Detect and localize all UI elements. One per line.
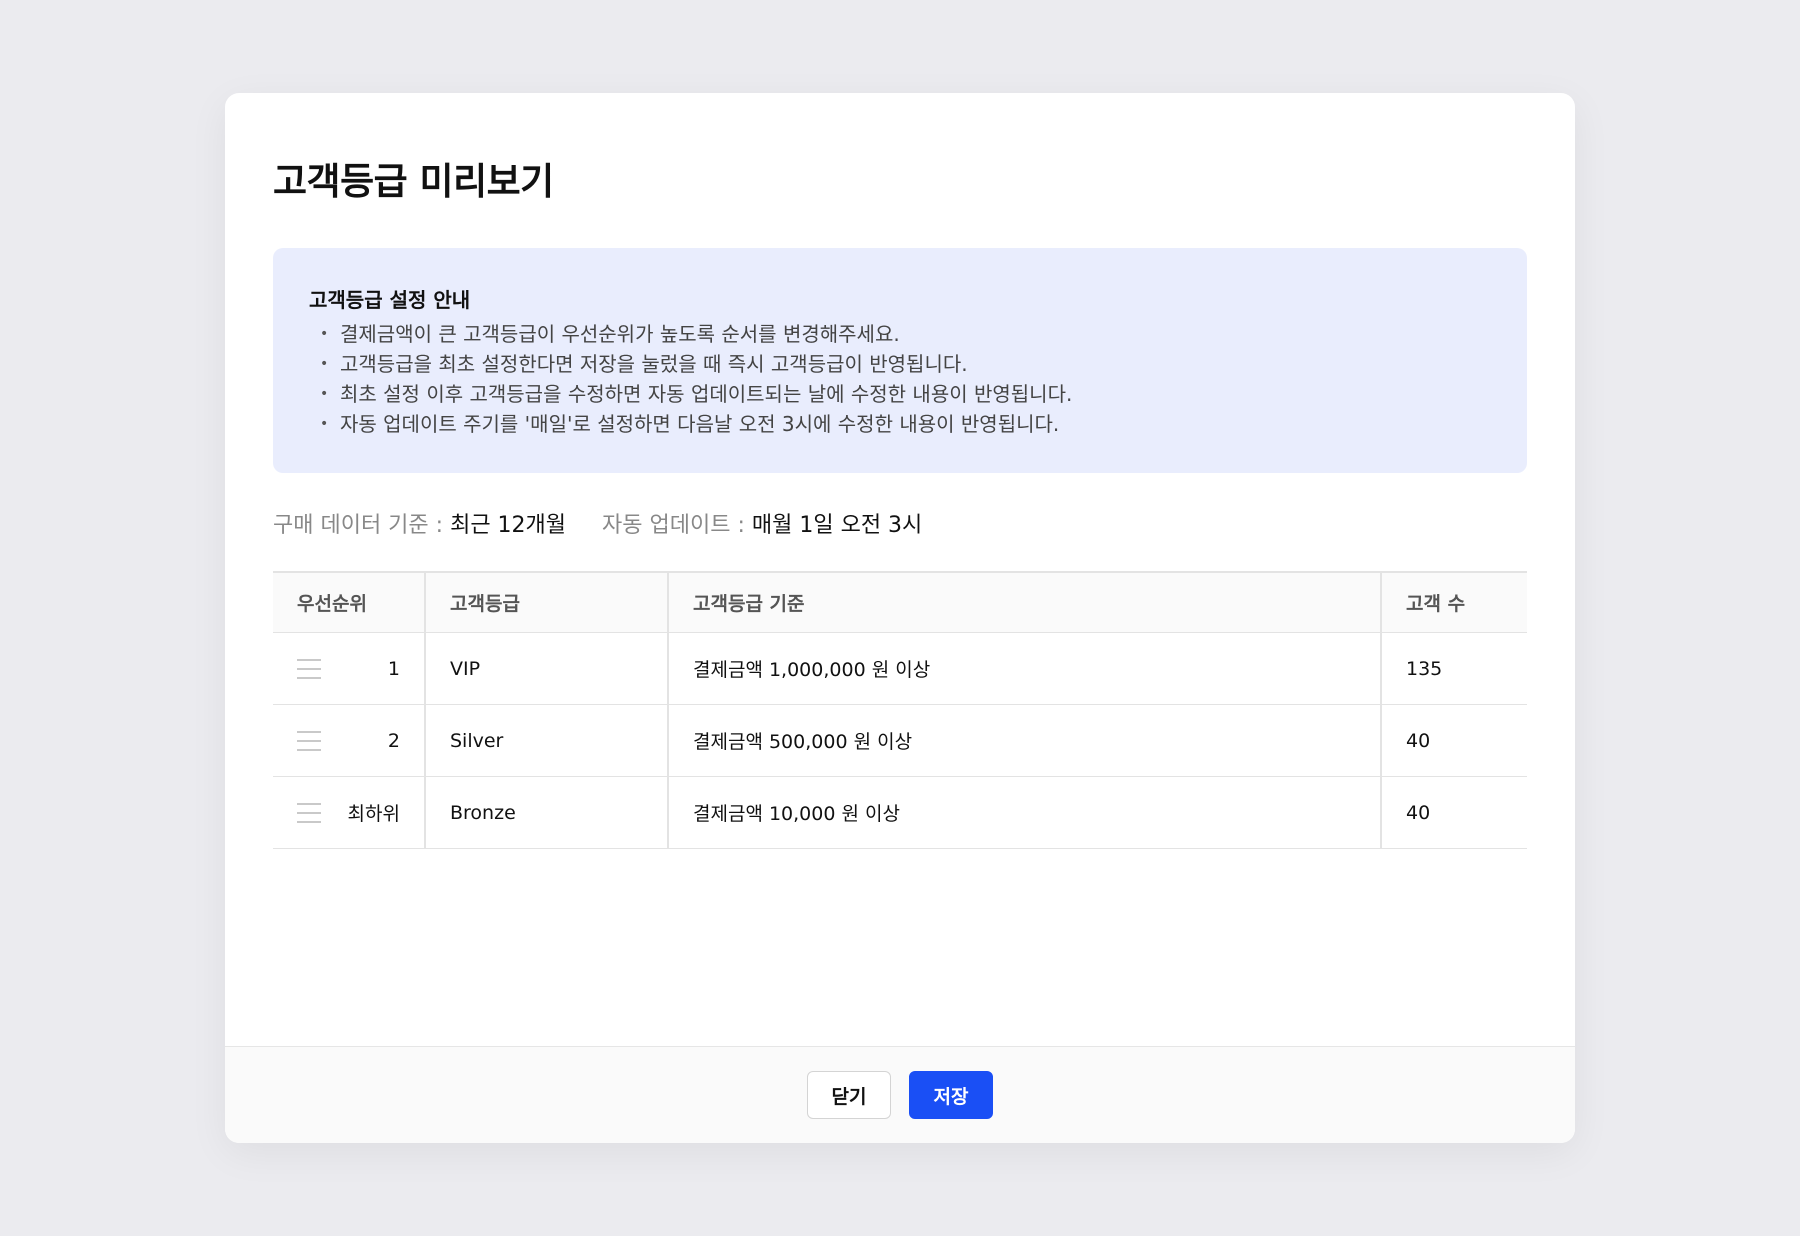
notice-list: 결제금액이 큰 고객등급이 우선순위가 높도록 순서를 변경해주세요. 고객등급…	[309, 319, 1491, 439]
header-priority: 우선순위	[273, 571, 425, 633]
modal-footer: 닫기 저장	[225, 1046, 1575, 1143]
grade-table: 우선순위 고객등급 고객등급 기준 고객 수 1 VIP 결제금액 1,000,…	[273, 571, 1527, 849]
count-cell: 40	[1380, 704, 1527, 777]
table-header-row: 우선순위 고객등급 고객등급 기준 고객 수	[273, 571, 1527, 633]
priority-value: 1	[387, 657, 400, 680]
purchase-value: 최근 12개월	[450, 513, 567, 538]
drag-handle-icon[interactable]	[297, 658, 321, 679]
notice-title: 고객등급 설정 안내	[309, 288, 471, 312]
modal-title: 고객등급 미리보기	[273, 160, 554, 203]
notice-item: 최초 설정 이후 고객등급을 수정하면 자동 업데이트되는 날에 수정한 내용이…	[309, 379, 1491, 409]
update-value: 매월 1일 오전 3시	[751, 513, 923, 538]
criteria-cell: 결제금액 500,000 원 이상	[667, 704, 1381, 777]
save-button[interactable]: 저장	[909, 1071, 993, 1119]
drag-handle-icon[interactable]	[297, 802, 321, 823]
criteria-cell: 결제금액 10,000 원 이상	[667, 776, 1381, 849]
grade-cell: Silver	[424, 704, 668, 777]
drag-handle-icon[interactable]	[297, 730, 321, 751]
table-row[interactable]: 1 VIP 결제금액 1,000,000 원 이상 135	[273, 632, 1527, 705]
table-row[interactable]: 2 Silver 결제금액 500,000 원 이상 40	[273, 704, 1527, 777]
notice-item: 고객등급을 최초 설정한다면 저장을 눌렀을 때 즉시 고객등급이 반영됩니다.	[309, 349, 1491, 379]
priority-cell: 최하위	[273, 776, 425, 849]
priority-value: 2	[387, 729, 400, 752]
purchase-label: 구매 데이터 기준 :	[273, 513, 451, 538]
grade-preview-modal: 고객등급 미리보기 고객등급 설정 안내 결제금액이 큰 고객등급이 우선순위가…	[225, 93, 1575, 1143]
auto-update-info: 자동 업데이트 : 매월 1일 오전 3시	[602, 507, 922, 539]
close-button[interactable]: 닫기	[807, 1071, 891, 1119]
meta-info: 구매 데이터 기준 : 최근 12개월 자동 업데이트 : 매월 1일 오전 3…	[273, 507, 958, 539]
header-count: 고객 수	[1380, 571, 1527, 633]
priority-cell: 2	[273, 704, 425, 777]
grade-cell: Bronze	[424, 776, 668, 849]
header-grade: 고객등급	[424, 571, 668, 633]
priority-value: 최하위	[347, 803, 400, 825]
criteria-cell: 결제금액 1,000,000 원 이상	[667, 632, 1381, 705]
notice-box: 고객등급 설정 안내 결제금액이 큰 고객등급이 우선순위가 높도록 순서를 변…	[273, 248, 1527, 473]
grade-cell: VIP	[424, 632, 668, 705]
count-cell: 135	[1380, 632, 1527, 705]
header-criteria: 고객등급 기준	[667, 571, 1381, 633]
notice-item: 결제금액이 큰 고객등급이 우선순위가 높도록 순서를 변경해주세요.	[309, 319, 1491, 349]
priority-cell: 1	[273, 632, 425, 705]
purchase-data-basis: 구매 데이터 기준 : 최근 12개월	[273, 507, 566, 539]
notice-item: 자동 업데이트 주기를 '매일'로 설정하면 다음날 오전 3시에 수정한 내용…	[309, 409, 1491, 439]
table-row[interactable]: 최하위 Bronze 결제금액 10,000 원 이상 40	[273, 776, 1527, 849]
update-label: 자동 업데이트 :	[602, 513, 752, 538]
count-cell: 40	[1380, 776, 1527, 849]
